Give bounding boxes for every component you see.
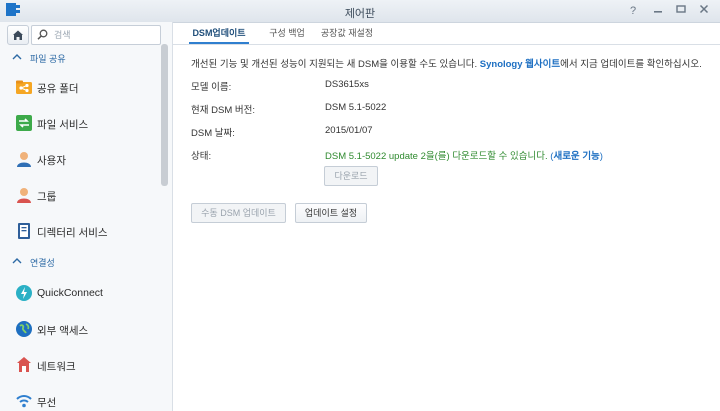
sidebar-item-label: 파일 서비스 <box>37 119 89 131</box>
sidebar-item-file-services[interactable]: 파일 서비스 <box>0 106 162 140</box>
date-label: DSM 날짜: <box>191 128 235 139</box>
sidebar-item-user[interactable]: 사용자 <box>0 142 162 176</box>
minimize-icon[interactable] <box>651 4 665 18</box>
chevron-up-icon <box>12 54 22 60</box>
sidebar-scrollbar[interactable] <box>161 44 168 186</box>
search-box[interactable] <box>31 25 161 45</box>
sidebar-item-label: 네트워크 <box>37 361 76 373</box>
sidebar-item-label: 그룹 <box>37 191 57 203</box>
wireless-icon <box>16 395 32 408</box>
chevron-up-icon <box>12 258 22 264</box>
sidebar-item-group[interactable]: 그룹 <box>0 178 162 212</box>
update-settings-button[interactable]: 업데이트 설정 <box>295 203 367 223</box>
synology-website-link[interactable]: Synology 웹사이트 <box>480 59 560 70</box>
sidebar-item-external-access[interactable]: 외부 액세스 <box>0 312 162 346</box>
status-link-close: ) <box>599 151 603 162</box>
home-icon <box>13 30 23 40</box>
version-label: 현재 DSM 버전: <box>191 105 255 116</box>
tab-factory-reset[interactable]: 공장값 재설정 <box>319 26 375 42</box>
sidebar-item-label: QuickConnect <box>37 287 103 299</box>
search-icon <box>37 29 48 40</box>
manual-dsm-update-button[interactable]: 수동 DSM 업데이트 <box>191 203 286 223</box>
file-services-icon <box>16 115 32 131</box>
sidebar-item-label: 공유 폴더 <box>37 83 79 95</box>
help-icon[interactable]: ? <box>626 4 640 18</box>
window-title: 제어판 <box>344 8 376 20</box>
search-input[interactable] <box>52 27 156 43</box>
tab-bar: DSM업데이트 구성 백업 공장값 재설정 <box>173 22 720 45</box>
section-connectivity[interactable]: 연결성 <box>0 253 162 271</box>
sidebar-item-directory-service[interactable]: 디렉터리 서비스 <box>0 214 162 248</box>
intro-text: 개선된 기능 및 개선된 성능이 지원되는 새 DSM을 이용할 수도 있습니다… <box>191 56 702 70</box>
quickconnect-icon <box>16 285 32 301</box>
maximize-icon[interactable] <box>674 4 688 18</box>
model-value: DS3615xs <box>325 79 369 90</box>
version-value: DSM 5.1-5022 <box>325 102 387 113</box>
status-value: DSM 5.1-5022 update 2을(를) 다운로드할 수 있습니다. <box>325 151 548 162</box>
network-icon <box>17 357 31 372</box>
title-bar: 제어판 ? <box>0 0 720 23</box>
download-button[interactable]: 다운로드 <box>324 166 378 186</box>
section-label: 연결성 <box>30 258 55 268</box>
status-line: DSM 5.1-5022 update 2을(를) 다운로드할 수 있습니다. … <box>325 148 603 162</box>
sidebar-item-wireless[interactable]: 무선 <box>0 384 162 411</box>
intro-prefix: 개선된 기능 및 개선된 성능이 지원되는 새 DSM을 이용할 수도 있습니다… <box>191 59 478 70</box>
intro-suffix: 에서 지금 업데이트를 확인하십시오. <box>560 59 702 70</box>
date-value: 2015/01/07 <box>325 125 373 136</box>
sidebar-item-network[interactable]: 네트워크 <box>0 348 162 382</box>
directory-service-icon <box>18 223 30 239</box>
home-button[interactable] <box>7 25 29 45</box>
sidebar: 파일 공유 공유 폴더 파일 서비스 사용자 그룹 <box>0 22 173 411</box>
whats-new-link[interactable]: 새로운 기능 <box>553 151 599 162</box>
external-access-icon <box>16 321 32 337</box>
share-folder-icon <box>16 80 32 94</box>
section-file-sharing[interactable]: 파일 공유 <box>0 49 162 67</box>
sidebar-item-label: 외부 액세스 <box>37 325 89 337</box>
sidebar-item-label: 사용자 <box>37 155 66 167</box>
status-label: 상태: <box>191 151 212 162</box>
sidebar-item-quickconnect[interactable]: QuickConnect <box>0 276 162 310</box>
section-label: 파일 공유 <box>30 54 66 64</box>
sidebar-item-label: 디렉터리 서비스 <box>37 227 108 239</box>
tab-config-backup[interactable]: 구성 백업 <box>265 26 309 42</box>
tab-dsm-update[interactable]: DSM업데이트 <box>189 26 249 44</box>
sidebar-item-shared-folder[interactable]: 공유 폴더 <box>0 70 162 104</box>
user-icon <box>17 152 31 167</box>
model-label: 모델 이름: <box>191 82 232 93</box>
sidebar-item-label: 무선 <box>37 397 57 409</box>
close-icon[interactable] <box>697 4 711 18</box>
group-icon <box>17 188 31 203</box>
